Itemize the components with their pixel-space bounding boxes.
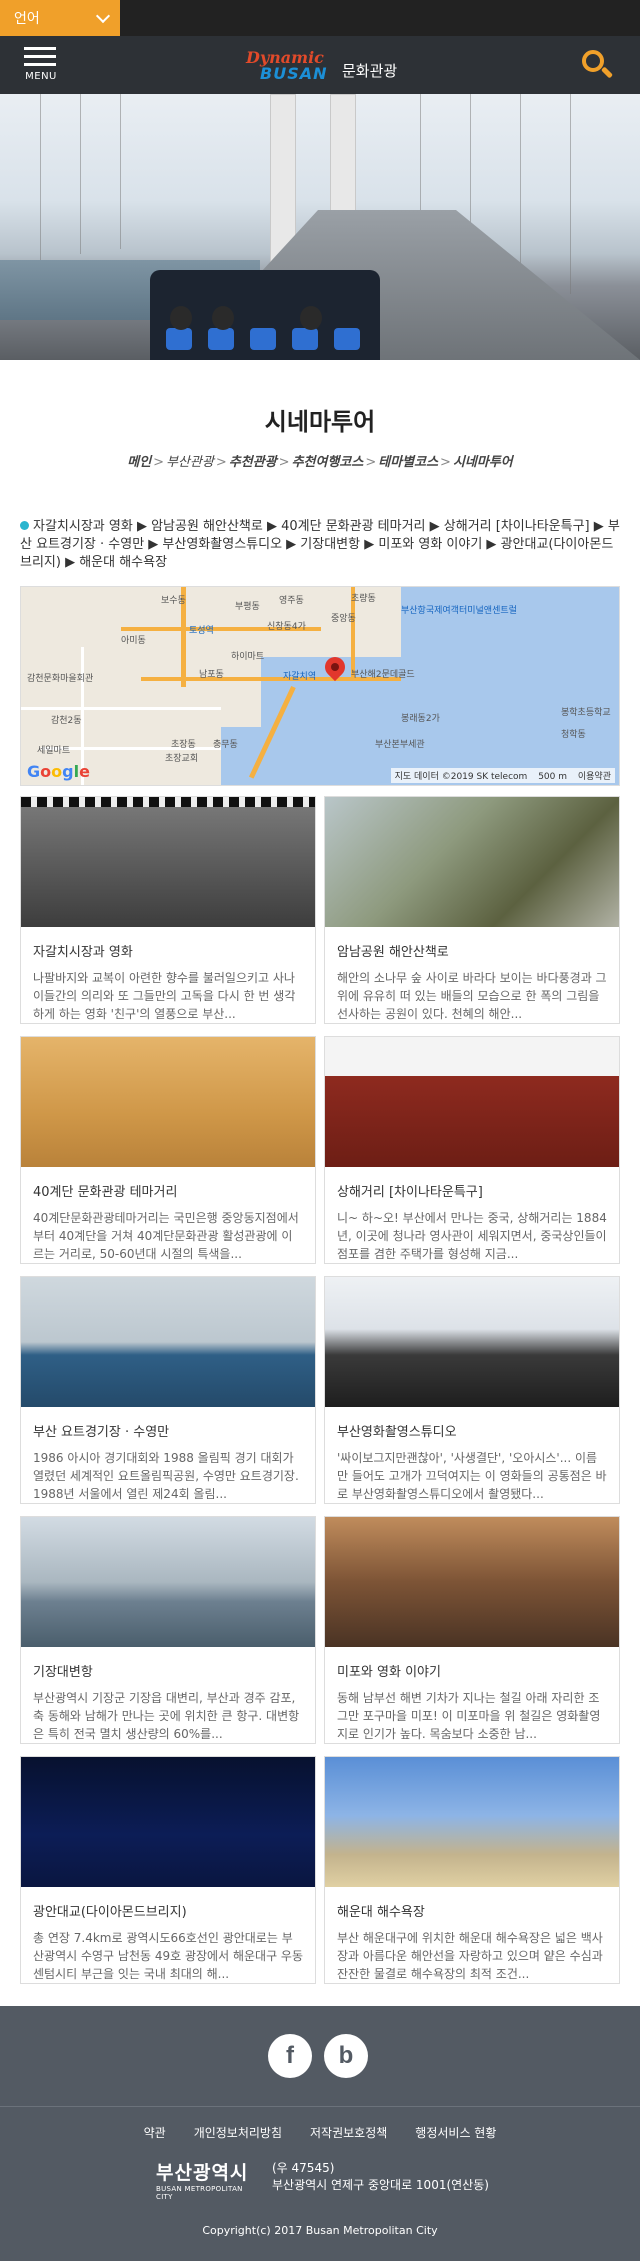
card-title: 부산 요트경기장 · 수영만 [33, 1425, 170, 1439]
breadcrumb-item[interactable]: 부산관광 [166, 455, 214, 470]
card-image [325, 1517, 619, 1647]
card-description: 부산광역시 기장군 기장읍 대변리, 부산과 경주 감포, 축 동해와 남해가 … [33, 1691, 300, 1741]
card-description: 해안의 소나무 숲 사이로 바라다 보이는 바다풍경과 그 위에 유유히 떠 있… [337, 971, 607, 1021]
card-title: 암남공원 해안산책로 [337, 945, 449, 959]
course-card[interactable]: 해운대 해수욕장 부산 해운대구에 위치한 해운대 해수욕장은 넓은 백사장과 … [324, 1756, 620, 1984]
search-button[interactable] [580, 48, 614, 82]
footer-divider [0, 2106, 640, 2107]
card-description: 나팔바지와 교복이 아련한 향수를 불러일으키고 사나이들간의 의리와 또 그들… [33, 971, 296, 1021]
breadcrumb-item[interactable]: 테마별코스 [378, 455, 438, 470]
map-scale: 500 m [538, 772, 567, 782]
card-description: 부산 해운대구에 위치한 해운대 해수욕장은 넓은 백사장과 아름다운 해안선을… [337, 1931, 603, 1981]
site-header: MENU Dynamic BUSAN 문화관광 [0, 36, 640, 94]
hamburger-icon [24, 63, 56, 66]
breadcrumb-item[interactable]: 추천관광 [229, 455, 277, 470]
card-description: 40계단문화관광테마거리는 국민은행 중앙동지점에서부터 40계단을 거쳐 40… [33, 1211, 299, 1261]
breadcrumb-current: 시네마투어 [452, 455, 513, 470]
menu-button[interactable]: MENU [24, 47, 58, 85]
card-title: 미포와 영화 이야기 [337, 1665, 441, 1679]
page-title: 시네마투어 [264, 408, 376, 436]
course-card[interactable]: 암남공원 해안산책로 해안의 소나무 숲 사이로 바라다 보이는 바다풍경과 그… [324, 796, 620, 1024]
site-logo[interactable]: Dynamic BUSAN 문화관광 [246, 44, 397, 86]
course-card[interactable]: 부산 요트경기장 · 수영만 1986 아시아 경기대회와 1988 올림픽 경… [20, 1276, 316, 1504]
card-image [325, 797, 619, 927]
course-route: 자갈치시장과 영화 ▶ 암남공원 해안산책로 ▶ 40계단 문화관광 테마거리 … [20, 518, 620, 572]
language-select-button[interactable]: 언어 [0, 0, 120, 36]
footer-links: 약관 개인정보처리방침 저작권보호정책 행정서비스 현황 [0, 2124, 640, 2141]
card-image [21, 797, 315, 927]
course-card[interactable]: 40계단 문화관광 테마거리 40계단문화관광테마거리는 국민은행 중앙동지점에… [20, 1036, 316, 1264]
footer-link-copyright-policy[interactable]: 저작권보호정책 [310, 2124, 387, 2141]
card-title: 해운대 해수욕장 [337, 1905, 425, 1919]
google-logo: Google [27, 762, 90, 781]
course-map[interactable]: 신창동4가 부평동 보수동 토성역 아미동 하이마트 중앙동 자갈치역 남포동 … [20, 586, 620, 786]
busan-city-logo: 부산광역시 BUSAN METROPOLITAN CITY [156, 2162, 249, 2201]
course-card[interactable]: 상해거리 [차이나타운특구] 니~ 하~오! 부산에서 만나는 중국, 상해거리… [324, 1036, 620, 1264]
hero-image [0, 94, 640, 360]
course-card[interactable]: 부산영화촬영스튜디오 '싸이보그지만괜찮아', '사생결단', '오아시스'..… [324, 1276, 620, 1504]
card-description: 총 연장 7.4km로 광역시도66호선인 광안대로는 부산광역시 수영구 남천… [33, 1931, 303, 1981]
footer-link-admin-service[interactable]: 행정서비스 현황 [415, 2124, 496, 2141]
card-title: 부산영화촬영스튜디오 [337, 1425, 457, 1439]
site-footer: f b 약관 개인정보처리방침 저작권보호정책 행정서비스 현황 부산광역시 B… [0, 2006, 640, 2261]
route-text: 자갈치시장과 영화 ▶ 암남공원 해안산책로 ▶ 40계단 문화관광 테마거리 … [20, 519, 620, 570]
breadcrumb-item[interactable]: 메인 [127, 455, 151, 470]
breadcrumb: 메인 > 부산관광 > 추천관광 > 추천여행코스 > 테마별코스 > 시네마투어 [127, 455, 513, 470]
blog-icon[interactable]: b [324, 2034, 368, 2078]
card-description: 니~ 하~오! 부산에서 만나는 중국, 상해거리는 1884년, 이곳에 청나… [337, 1211, 607, 1261]
course-card[interactable]: 자갈치시장과 영화 나팔바지와 교복이 아련한 향수를 불러일으키고 사나이들간… [20, 796, 316, 1024]
course-card[interactable]: 기장대변항 부산광역시 기장군 기장읍 대변리, 부산과 경주 감포, 축 동해… [20, 1516, 316, 1744]
social-links: f b [268, 2034, 368, 2078]
hamburger-icon [24, 47, 56, 50]
map-attribution: 지도 데이터 ©2019 SK telecom 500 m 이용약관 [390, 768, 615, 783]
card-description: 동해 남부선 해변 기차가 지나는 철길 아래 자리한 조그만 포구마을 미포!… [337, 1691, 601, 1741]
card-image [325, 1037, 619, 1167]
footer-address: (우 47545) 부산광역시 연제구 중앙대로 1001(연산동) [272, 2161, 489, 2192]
card-title: 40계단 문화관광 테마거리 [33, 1185, 178, 1199]
card-title: 자갈치시장과 영화 [33, 945, 133, 959]
card-description: '싸이보그지만괜찮아', '사생결단', '오아시스'... 이름만 들어도 고… [337, 1451, 607, 1501]
footer-link-terms[interactable]: 약관 [144, 2124, 166, 2141]
card-title: 광안대교(다이아몬드브리지) [33, 1905, 187, 1919]
card-image [21, 1037, 315, 1167]
footer-info: 부산광역시 BUSAN METROPOLITAN CITY (우 47545) … [156, 2158, 489, 2201]
card-image [325, 1757, 619, 1887]
copyright-text: Copyright(c) 2017 Busan Metropolitan Cit… [202, 2224, 438, 2237]
breadcrumb-item[interactable]: 추천여행코스 [292, 455, 364, 470]
top-bar: 언어 [0, 0, 640, 36]
course-card[interactable]: 광안대교(다이아몬드브리지) 총 연장 7.4km로 광역시도66호선인 광안대… [20, 1756, 316, 1984]
site-title: 문화관광 [342, 61, 398, 80]
card-image [325, 1277, 619, 1407]
facebook-icon[interactable]: f [268, 2034, 312, 2078]
card-title: 상해거리 [차이나타운특구] [337, 1185, 483, 1199]
footer-link-privacy[interactable]: 개인정보처리방침 [194, 2124, 282, 2141]
card-image [21, 1757, 315, 1887]
card-image [21, 1517, 315, 1647]
card-image [21, 1277, 315, 1407]
card-description: 1986 아시아 경기대회와 1988 올림픽 경기 대회가 열렸던 세계적인 … [33, 1451, 299, 1501]
bullet-dot-icon [20, 521, 29, 530]
chevron-down-icon [95, 8, 111, 24]
dynamic-busan-logo: Dynamic BUSAN [246, 48, 328, 83]
course-card-grid: 자갈치시장과 영화 나팔바지와 교복이 아련한 향수를 불러일으키고 사나이들간… [20, 796, 620, 1984]
map-terms-link[interactable]: 이용약관 [578, 772, 611, 782]
language-label: 언어 [14, 11, 40, 27]
course-card[interactable]: 미포와 영화 이야기 동해 남부선 해변 기차가 지나는 철길 아래 자리한 조… [324, 1516, 620, 1744]
menu-label: MENU [25, 71, 57, 82]
hamburger-icon [24, 55, 56, 58]
card-title: 기장대변항 [33, 1665, 93, 1679]
